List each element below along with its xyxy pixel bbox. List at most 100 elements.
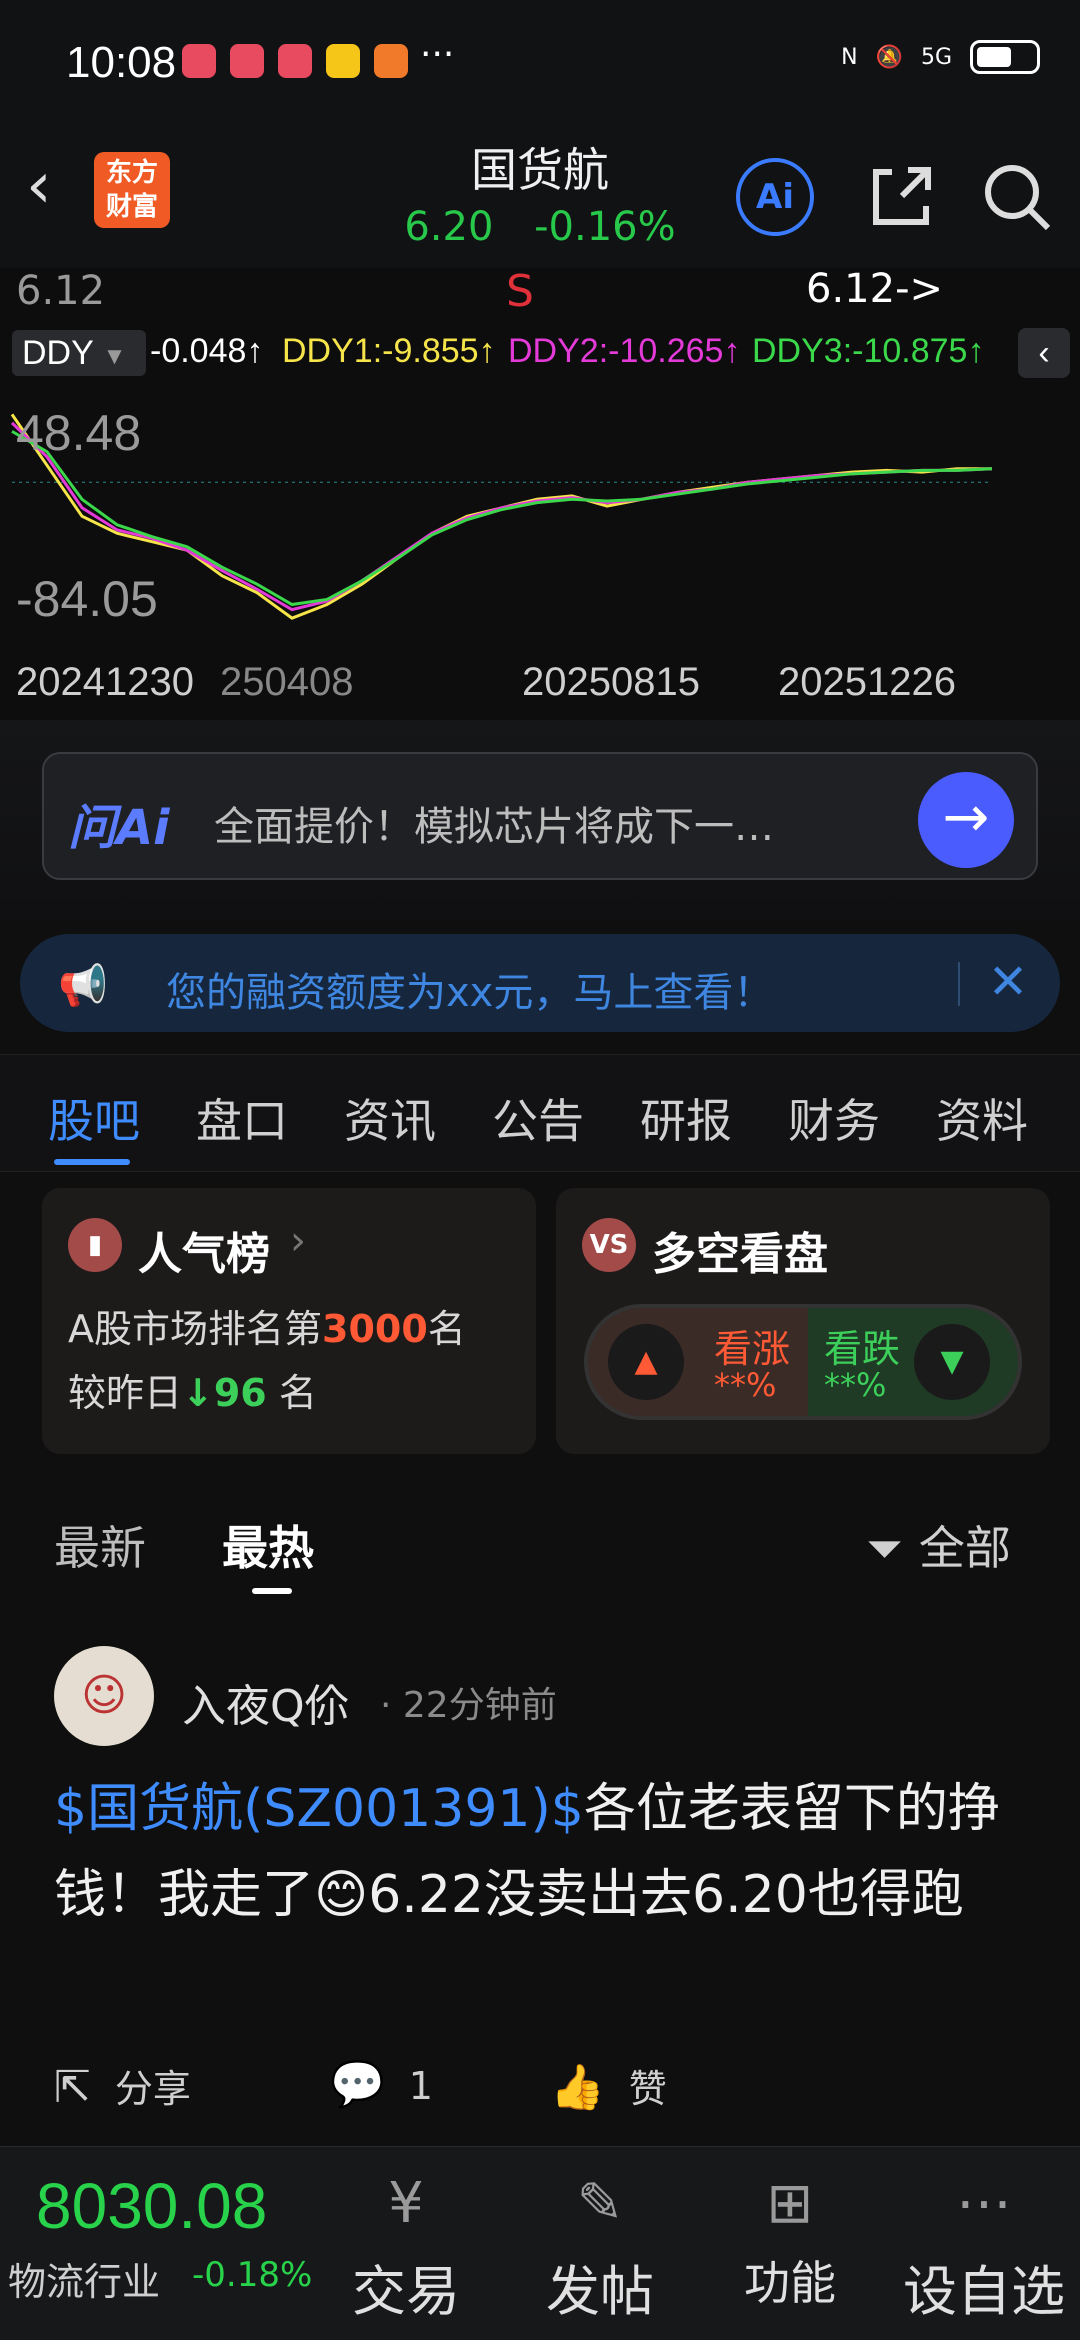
popularity-title: 人气榜 bbox=[138, 1229, 270, 1280]
more-notifications-icon: ··· bbox=[420, 34, 455, 75]
margin-banner[interactable]: 📢 您的融资额度为xx元，马上查看！ ✕ bbox=[20, 934, 1060, 1032]
last-price: 6.20 bbox=[404, 204, 494, 250]
y-axis-max: 48.48 bbox=[16, 405, 142, 461]
post-actions: ⇱ 分享 💬 1 👍 赞 bbox=[0, 2040, 1080, 2130]
post-item[interactable]: ☺ 入夜Q伱 · 22分钟前 $国货航(SZ001391)$各位老表留下的挣钱！… bbox=[0, 1640, 1080, 2140]
banner-text[interactable]: 您的融资额度为xx元，马上查看！ bbox=[166, 960, 773, 1018]
tab-guba[interactable]: 股吧 bbox=[48, 1085, 140, 1151]
ask-ai-question[interactable]: 全面提价！模拟芯片将成下一… bbox=[214, 794, 774, 852]
filter-button[interactable]: ⏷ 全部 bbox=[866, 1512, 1011, 1578]
tab-profile[interactable]: 资料 bbox=[936, 1085, 1028, 1151]
ask-ai-box[interactable]: 问Ai 全面提价！模拟芯片将成下一… → bbox=[42, 752, 1038, 880]
status-bar: 10:08 ··· N 🔕 5G bbox=[0, 0, 1080, 118]
sort-latest[interactable]: 最新 bbox=[54, 1512, 146, 1578]
indicator-chart[interactable]: 6.12 S 6.12-> DDY ▼ -0.048↑ DDY1:-9.855↑… bbox=[0, 266, 1080, 720]
comment-button[interactable]: 💬 1 bbox=[330, 2058, 433, 2110]
vs-icon: VS bbox=[582, 1218, 636, 1272]
ddy-plot bbox=[10, 413, 993, 620]
section-tabs: 股吧 盘口 资讯 公告 研报 财务 资料 bbox=[0, 1054, 1080, 1172]
mute-icon: 🔕 bbox=[875, 44, 903, 70]
tab-finance[interactable]: 财务 bbox=[788, 1085, 880, 1151]
nav-post[interactable]: ✎ 发帖 bbox=[510, 2161, 690, 2326]
series-line-ddy3 bbox=[11, 430, 993, 607]
ask-ai-section: 问Ai 全面提价！模拟芯片将成下一… → bbox=[0, 720, 1080, 920]
indicator-bar: DDY ▼ -0.048↑ DDY1:-9.855↑ DDY2:-10.265↑… bbox=[0, 324, 1080, 380]
post-author[interactable]: 入夜Q伱 bbox=[182, 1670, 349, 1734]
avatar[interactable]: ☺ bbox=[54, 1646, 154, 1746]
grid-icon: ⊞ bbox=[766, 2171, 814, 2236]
bear-label: 看跌 bbox=[824, 1327, 901, 1371]
ddy1-value: DDY1:-9.855↑ bbox=[282, 332, 496, 370]
thumbs-up-icon: 👍 bbox=[550, 2062, 605, 2113]
tab-announcements[interactable]: 公告 bbox=[492, 1085, 584, 1151]
nav-trade[interactable]: ¥ 交易 bbox=[316, 2161, 496, 2326]
nav-add-watchlist[interactable]: ⋯ 设自选 bbox=[894, 2161, 1074, 2326]
bear-value: **% bbox=[824, 1366, 887, 1404]
huawei-notification-icon bbox=[230, 44, 264, 78]
filter-icon: ⏷ bbox=[866, 1521, 903, 1575]
message-notification-icon bbox=[374, 44, 408, 78]
y-axis-min: -84.05 bbox=[16, 571, 158, 627]
clock: 10:08 bbox=[66, 38, 177, 87]
ddy2-value: DDY2:-10.265↑ bbox=[508, 332, 741, 370]
nfc-icon: N bbox=[841, 44, 858, 70]
more-circle-icon: ⋯ bbox=[956, 2171, 1012, 2236]
like-button[interactable]: 👍 赞 bbox=[550, 2058, 667, 2113]
tab-news[interactable]: 资讯 bbox=[344, 1085, 436, 1151]
yuan-exchange-icon: ¥ bbox=[388, 2171, 424, 2236]
series-line-ddy1 bbox=[10, 413, 992, 620]
stock-header: ‹ 东方 财富 国货航 6.20 -0.16% Ai bbox=[0, 118, 1080, 268]
stock-tag[interactable]: $国货航(SZ001391)$ bbox=[54, 1779, 584, 1839]
nav-functions[interactable]: ⊞ 功能 bbox=[700, 2161, 880, 2313]
ddy3-value: DDY3:-10.875↑ bbox=[752, 332, 985, 370]
bull-label: 看涨 bbox=[714, 1327, 791, 1371]
share-icon: ⇱ bbox=[54, 2062, 91, 2113]
ask-ai-brand: 问Ai bbox=[68, 800, 170, 856]
divider bbox=[958, 962, 960, 1006]
x-tick-label: 250408 bbox=[220, 660, 354, 704]
arrow-right-icon[interactable]: → bbox=[918, 772, 1014, 868]
popularity-card[interactable]: ▮ 人气榜 › A股市场排名第3000名 较昨日↓96 名 bbox=[42, 1188, 536, 1454]
rank-delta-line: 较昨日↓96 名 bbox=[68, 1371, 317, 1415]
tab-pankou[interactable]: 盘口 bbox=[196, 1085, 288, 1151]
notification-icons bbox=[182, 44, 408, 78]
triangle-up-icon[interactable]: ▲ bbox=[608, 1324, 684, 1400]
last-price-pointer: 6.12-> bbox=[806, 266, 944, 312]
rank-value: 3000 bbox=[322, 1307, 428, 1351]
index-change: -0.18% bbox=[192, 2255, 313, 2295]
index-value[interactable]: 8030.08 bbox=[36, 2169, 267, 2243]
share-icon[interactable] bbox=[862, 158, 940, 236]
ai-assistant-button[interactable]: Ai bbox=[736, 158, 814, 236]
x-axis: 20241230 250408 20250815 20251226 bbox=[0, 640, 1080, 720]
ranking-icon: ▮ bbox=[68, 1218, 122, 1272]
x-tick-label: 20241230 bbox=[16, 660, 194, 704]
megaphone-icon: 📢 bbox=[58, 963, 108, 1009]
system-status: N 🔕 5G bbox=[841, 40, 1040, 74]
x-tick-label: 20250815 bbox=[522, 660, 700, 704]
close-icon[interactable]: ✕ bbox=[978, 952, 1038, 1012]
x-tick-label: 20251226 bbox=[778, 660, 956, 704]
search-icon[interactable] bbox=[978, 158, 1056, 236]
indicator-select[interactable]: DDY ▼ bbox=[12, 330, 146, 376]
triangle-down-icon[interactable]: ▼ bbox=[914, 1324, 990, 1400]
edit-icon: ✎ bbox=[576, 2171, 624, 2236]
sell-marker: S bbox=[506, 266, 534, 317]
sort-hot[interactable]: 最热 bbox=[222, 1512, 314, 1578]
down-arrow-icon: ↓ bbox=[182, 1371, 214, 1415]
share-button[interactable]: ⇱ 分享 bbox=[54, 2058, 191, 2113]
signal-icon: 5G bbox=[920, 44, 952, 70]
battery-icon bbox=[970, 40, 1040, 74]
sort-row: 最新 最热 ⏷ 全部 bbox=[0, 1486, 1080, 1596]
tab-research[interactable]: 研报 bbox=[640, 1085, 732, 1151]
collapse-chevron-icon[interactable]: ‹ bbox=[1018, 328, 1070, 378]
post-body[interactable]: $国货航(SZ001391)$各位老表留下的挣钱！我走了😊6.22没卖出去6.2… bbox=[54, 1766, 1044, 1938]
dropdown-icon: ▼ bbox=[102, 343, 127, 370]
active-tab-indicator bbox=[54, 1159, 130, 1165]
book-notification-icon bbox=[278, 44, 312, 78]
sort-indicator bbox=[252, 1588, 292, 1594]
rank-line: A股市场排名第3000名 bbox=[68, 1307, 466, 1351]
post-time: · 22分钟前 bbox=[380, 1685, 557, 1726]
index-name[interactable]: 物流行业 bbox=[8, 2251, 160, 2306]
comment-icon: 💬 bbox=[330, 2059, 385, 2110]
bull-bear-title: 多空看盘 bbox=[652, 1229, 828, 1280]
